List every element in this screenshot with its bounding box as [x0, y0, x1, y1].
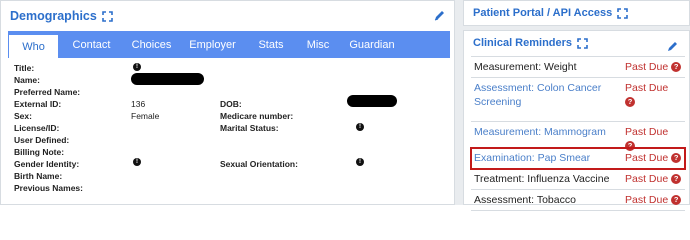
clinical-reminders-title[interactable]: Clinical Reminders [473, 37, 572, 49]
field-medicare: Medicare number: [220, 111, 293, 122]
demographics-panel: Demographics Who Contact Choices Employe… [0, 0, 455, 205]
page: Demographics Who Contact Choices Employe… [0, 0, 690, 211]
field-label: Sexual Orientation: [220, 159, 298, 169]
reminder-name: Measurement: Weight [474, 61, 577, 73]
reminder-name: Treatment: Influenza Vaccine [474, 173, 610, 185]
field-marital-status: Marital Status: [220, 123, 279, 134]
reminder-item: Measurement: Mammogram Past Due? [471, 122, 685, 151]
sex-value: Female [131, 111, 159, 122]
reminder-status: Past Due ? [625, 193, 682, 207]
tab-stats[interactable]: Stats [246, 31, 296, 58]
reminder-name: Assessment: Tobacco [474, 194, 576, 206]
field-license: License/ID: [14, 123, 59, 134]
field-label: DOB: [220, 99, 242, 109]
reminder-item: Treatment: Influenza Vaccine Past Due ? [471, 169, 685, 190]
tab-misc[interactable]: Misc [296, 31, 340, 58]
status-text: Past Due [625, 82, 669, 94]
field-label: Name: [14, 75, 40, 85]
expand-icon[interactable] [577, 37, 588, 49]
field-billing-note: Billing Note: [14, 147, 64, 158]
field-external-id: External ID: [14, 99, 61, 110]
demographics-tabs: Who Contact Choices Employer Stats Misc … [8, 31, 450, 58]
external-id-value: 136 [131, 99, 145, 110]
tab-contact[interactable]: Contact [59, 31, 124, 58]
edit-pencil-icon[interactable] [433, 9, 446, 22]
field-dob: DOB: [220, 99, 242, 110]
status-text: Past Due [625, 173, 669, 185]
demographics-title[interactable]: Demographics [10, 9, 97, 23]
reminder-item: Assessment: Colon Cancer Screening Past … [471, 78, 685, 122]
tab-choices[interactable]: Choices [124, 31, 179, 58]
field-label: License/ID: [14, 123, 60, 133]
status-text: Past Due [625, 194, 669, 206]
tab-employer[interactable]: Employer [179, 31, 246, 58]
field-label: Previous Names: [14, 183, 83, 193]
info-icon[interactable]: ! [133, 63, 141, 71]
field-gender-identity: Gender Identity: [14, 159, 79, 170]
clinical-reminders-header: Clinical Reminders [464, 31, 689, 55]
field-label: Marital Status: [220, 123, 279, 133]
redacted-dob [347, 95, 397, 107]
field-label: Sex: [14, 111, 32, 121]
reminder-status: Past Due ? [625, 172, 682, 186]
help-question-icon[interactable]: ? [671, 62, 682, 72]
field-label: Preferred Name: [14, 87, 81, 97]
tab-who[interactable]: Who [8, 34, 59, 58]
reminder-item: Assessment: Tobacco Past Due ? [471, 190, 685, 211]
expand-icon[interactable] [102, 10, 113, 22]
field-title: Title: [14, 63, 34, 74]
expand-icon[interactable] [617, 7, 628, 19]
help-question-icon[interactable]: ? [625, 97, 635, 107]
field-sex: Sex: [14, 111, 32, 122]
patient-portal-panel: Patient Portal / API Access [463, 0, 690, 26]
field-previous-names: Previous Names: [14, 183, 83, 194]
edit-pencil-icon[interactable] [666, 40, 679, 53]
field-value: Female [131, 111, 160, 121]
clinical-reminders-panel: Clinical Reminders Measurement: Weight P… [463, 30, 690, 211]
field-label: Birth Name: [14, 171, 63, 181]
status-text: Past Due [625, 61, 669, 73]
info-icon[interactable]: ! [133, 158, 141, 166]
status-text: Past Due [625, 126, 669, 138]
status-text: Past Due [625, 152, 669, 164]
field-label: External ID: [14, 99, 62, 109]
redacted-name [131, 73, 204, 85]
help-question-icon[interactable]: ? [671, 195, 682, 205]
field-label: Billing Note: [14, 147, 65, 157]
demographics-header: Demographics [1, 1, 454, 31]
field-label: Medicare number: [220, 111, 294, 121]
field-user-defined: User Defined: [14, 135, 69, 146]
field-value: 136 [131, 99, 146, 109]
reminder-status: Past Due ? [625, 60, 682, 74]
reminder-status: Past Due ? [625, 151, 682, 165]
field-label: Gender Identity: [14, 159, 80, 169]
reminder-item: Measurement: Weight Past Due ? [471, 57, 685, 78]
patient-portal-title[interactable]: Patient Portal / API Access [473, 7, 612, 19]
field-birth-name: Birth Name: [14, 171, 62, 182]
field-label: Title: [14, 63, 35, 73]
field-sexual-orientation: Sexual Orientation: [220, 159, 298, 170]
reminder-name-link[interactable]: Measurement: Mammogram [474, 125, 614, 139]
field-preferred-name: Preferred Name: [14, 87, 80, 98]
reminder-name-link[interactable]: Assessment: Colon Cancer Screening [474, 81, 614, 109]
reminder-name-link[interactable]: Examination: Pap Smear [474, 151, 614, 165]
info-icon[interactable]: ! [356, 123, 364, 131]
field-name: Name: [14, 75, 40, 86]
info-icon[interactable]: ! [356, 158, 364, 166]
help-question-icon[interactable]: ? [671, 153, 682, 163]
reminder-list: Measurement: Weight Past Due ? Assessmen… [470, 56, 686, 211]
reminder-item-highlighted: Examination: Pap Smear Past Due ? [470, 147, 686, 170]
help-question-icon[interactable]: ? [671, 174, 682, 184]
field-label: User Defined: [14, 135, 70, 145]
tab-guardian[interactable]: Guardian [340, 31, 404, 58]
reminder-status: Past Due? [625, 81, 668, 109]
